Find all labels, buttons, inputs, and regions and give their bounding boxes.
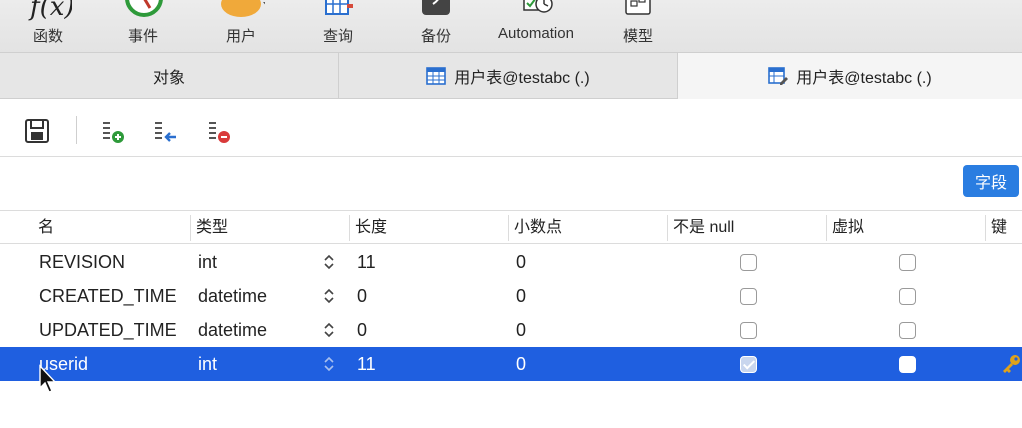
- virtual-checkbox[interactable]: [899, 254, 916, 271]
- toolbar-event-button[interactable]: 事件: [115, 0, 171, 53]
- tab-user-table-1[interactable]: 用户表@testabc (.): [339, 53, 678, 99]
- field-length-cell[interactable]: 11: [357, 347, 376, 381]
- type-chevron-icon[interactable]: [322, 245, 336, 279]
- automation-icon: [506, 0, 566, 22]
- toolbar-model-button[interactable]: 模型: [610, 0, 666, 53]
- query-grid-icon: [314, 0, 362, 22]
- main-toolbar: f(x) 函数 事件 用户 查询 备份 Automation 模型: [0, 0, 1022, 53]
- primary-key-icon[interactable]: [1000, 353, 1022, 375]
- backup-icon: [412, 0, 460, 22]
- type-chevron-icon[interactable]: [322, 279, 336, 313]
- column-header-length[interactable]: 长度: [349, 211, 387, 245]
- tab-objects[interactable]: 对象: [0, 53, 339, 99]
- column-header-name[interactable]: 名: [32, 211, 54, 245]
- field-type-cell[interactable]: datetime: [198, 313, 267, 347]
- type-chevron-icon[interactable]: [322, 347, 336, 381]
- type-chevron-icon[interactable]: [322, 313, 336, 347]
- table-row[interactable]: REVISION int 11 0: [0, 245, 1022, 279]
- column-header-virtual[interactable]: 虚拟: [826, 211, 864, 245]
- table-row[interactable]: UPDATED_TIME datetime 0 0: [0, 313, 1022, 347]
- field-name-cell[interactable]: REVISION: [39, 245, 125, 279]
- field-length-cell[interactable]: 11: [357, 245, 376, 279]
- toolbar-backup-button[interactable]: 备份: [408, 0, 464, 53]
- toolbar-event-label: 事件: [127, 28, 158, 45]
- field-length-cell[interactable]: 0: [357, 313, 367, 347]
- toolbar-model-label: 模型: [622, 28, 653, 45]
- field-decimal-cell[interactable]: 0: [516, 347, 526, 381]
- virtual-checkbox[interactable]: [899, 288, 916, 305]
- tab-objects-label: 对象: [152, 70, 185, 87]
- column-header-not-null[interactable]: 不是 null: [667, 211, 734, 245]
- add-field-icon[interactable]: [100, 118, 126, 144]
- insert-field-icon[interactable]: [152, 118, 178, 144]
- toolbar-automation-button[interactable]: Automation: [488, 0, 584, 53]
- column-header-type[interactable]: 类型: [190, 211, 228, 245]
- toolbar-backup-label: 备份: [420, 28, 451, 45]
- function-icon: f(x): [30, 0, 72, 22]
- toolbar-automation-label: Automation: [498, 25, 574, 42]
- field-type-cell[interactable]: int: [198, 347, 217, 381]
- table-row-selected[interactable]: userid int 11 0: [0, 347, 1022, 381]
- mouse-cursor-icon: [39, 364, 56, 393]
- field-decimal-cell[interactable]: 0: [516, 245, 526, 279]
- field-type-cell[interactable]: datetime: [198, 279, 267, 313]
- table-icon: [426, 67, 447, 85]
- event-clock-icon: [119, 0, 167, 22]
- toolbar-function-button[interactable]: f(x) 函数: [20, 0, 76, 53]
- fields-tab-button[interactable]: 字段: [963, 165, 1019, 197]
- toolbar-user-button[interactable]: 用户: [210, 0, 272, 53]
- user-icon: [217, 0, 265, 22]
- field-action-bar: [0, 100, 1022, 157]
- toolbar-divider: [76, 116, 77, 144]
- field-name-cell[interactable]: CREATED_TIME: [39, 279, 177, 313]
- toolbar-function-label: 函数: [32, 28, 63, 45]
- tab-bar: 对象 用户表@testabc (.) 用户表@testabc (.): [0, 53, 1022, 99]
- not-null-checkbox[interactable]: [740, 356, 757, 373]
- virtual-checkbox[interactable]: [899, 322, 916, 339]
- field-decimal-cell[interactable]: 0: [516, 313, 526, 347]
- not-null-checkbox[interactable]: [740, 254, 757, 271]
- not-null-checkbox[interactable]: [740, 288, 757, 305]
- save-icon[interactable]: [24, 118, 50, 144]
- model-icon: [614, 0, 662, 22]
- field-length-cell[interactable]: 0: [357, 279, 367, 313]
- not-null-checkbox[interactable]: [740, 322, 757, 339]
- delete-field-icon[interactable]: [206, 118, 232, 144]
- field-type-cell[interactable]: int: [198, 245, 217, 279]
- field-decimal-cell[interactable]: 0: [516, 279, 526, 313]
- toolbar-user-label: 用户: [225, 28, 256, 45]
- tab-user-table-2[interactable]: 用户表@testabc (.): [678, 53, 1022, 99]
- virtual-checkbox[interactable]: [899, 356, 916, 373]
- table-edit-icon: [768, 67, 789, 85]
- tab-user-table-1-label: 用户表@testabc (.): [454, 70, 590, 87]
- table-header: 名 类型 长度 小数点 不是 null 虚拟 键: [0, 210, 1022, 244]
- toolbar-query-button[interactable]: 查询: [310, 0, 366, 53]
- table-row[interactable]: CREATED_TIME datetime 0 0: [0, 279, 1022, 313]
- column-header-decimal[interactable]: 小数点: [508, 211, 562, 245]
- column-header-key[interactable]: 键: [985, 211, 1007, 245]
- tab-user-table-2-label: 用户表@testabc (.): [796, 70, 932, 87]
- toolbar-query-label: 查询: [322, 28, 353, 45]
- field-name-cell[interactable]: UPDATED_TIME: [39, 313, 177, 347]
